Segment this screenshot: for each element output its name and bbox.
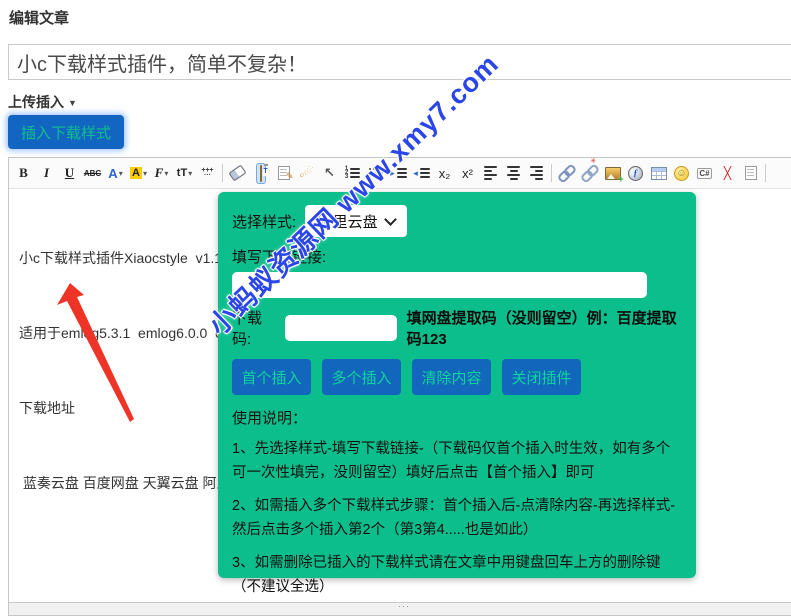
download-link-input[interactable] — [232, 272, 647, 298]
broom-icon: ☄ — [298, 163, 315, 182]
first-insert-button[interactable]: 首个插入 — [232, 359, 311, 395]
chevron-down-icon: ▾ — [164, 168, 169, 178]
download-code-label: 下载码: — [232, 310, 263, 348]
select-all-icon[interactable]: ↖ — [318, 161, 341, 185]
code-icon[interactable]: C# — [693, 161, 716, 185]
toolbar-separator — [551, 164, 552, 182]
toolbar-separator — [222, 164, 223, 182]
download-code-hint: 填网盘提取码（没则留空）例：百度提取码123 — [406, 310, 677, 348]
strikethrough-icon[interactable]: ABC — [81, 161, 104, 185]
align-left-icon[interactable] — [479, 161, 502, 185]
download-link-label: 填写下载链接: — [232, 249, 327, 266]
superscript-icon[interactable]: x² — [456, 161, 479, 185]
insert-download-style-button[interactable]: 插入下载样式 — [8, 115, 125, 149]
instruction-2: 2、如需插入多个下载样式步骤：首个插入后-点清除内容-再选择样式-然后点击多个插… — [232, 498, 676, 538]
chevron-down-icon: ▾ — [118, 168, 123, 178]
chevron-down-icon: ▾ — [188, 168, 193, 178]
table-icon[interactable] — [647, 161, 670, 185]
eraser-icon — [228, 164, 247, 182]
bold-icon[interactable]: B — [12, 161, 35, 185]
outdent-icon[interactable]: ◂ — [410, 161, 433, 185]
underline-icon[interactable]: U — [58, 161, 81, 185]
align-center-icon[interactable] — [502, 161, 525, 185]
ordered-list-icon[interactable]: 1 2 3 — [341, 161, 364, 185]
chevron-down-icon: ▼ — [68, 98, 77, 108]
format-brush-icon[interactable]: ☄ — [295, 161, 318, 185]
source-code-icon[interactable] — [739, 161, 762, 185]
highlight-color-icon[interactable]: A ▾ — [127, 161, 150, 185]
style-select-value: 阿里云盘 — [317, 213, 378, 231]
font-size-icon[interactable]: tT ▾ — [173, 161, 196, 185]
fullscreen-icon[interactable]: ╳ — [716, 161, 739, 185]
italic-icon[interactable]: I — [35, 161, 58, 185]
chevron-down-icon — [383, 212, 397, 226]
editor-toolbar: B I U ABC A▾ A▾ F▾ tT▾ +++··· ☄ ↖ 1 2 3 … — [9, 158, 791, 189]
toolbar-separator — [765, 164, 766, 182]
remove-format-icon[interactable] — [226, 161, 249, 185]
paste-plain-icon[interactable] — [249, 161, 272, 185]
link-icon[interactable] — [555, 161, 578, 185]
cursor-icon: ↖ — [324, 165, 335, 180]
download-code-input[interactable] — [284, 315, 397, 341]
clipboard-icon — [259, 164, 262, 182]
document-pencil-icon — [277, 166, 294, 182]
align-right-icon[interactable] — [525, 161, 548, 185]
document-icon — [744, 166, 757, 180]
indent-icon[interactable]: ▸ — [387, 161, 410, 185]
close-plugin-button[interactable]: 关闭插件 — [502, 359, 581, 395]
paste-word-icon[interactable] — [272, 161, 295, 185]
page-title: 编辑文章 — [9, 10, 70, 27]
style-select[interactable]: 阿里云盘 — [305, 205, 408, 237]
upload-insert-dropdown[interactable]: 上传插入 ▼ — [8, 92, 77, 112]
media-icon[interactable]: ƒ — [624, 161, 647, 185]
instruction-1: 1、先选择样式-填写下载链接-（下载码仅首个插入时生效，如有多个可一次性填完，没… — [232, 441, 671, 481]
unlink-icon[interactable]: ✳ — [578, 158, 601, 185]
download-style-plugin-panel: 选择样式: 阿里云盘 填写下载链接: 下载码: 填网盘提取码（没则留空）例：百度… — [218, 192, 696, 595]
chevron-down-icon: ▾ — [142, 168, 147, 178]
image-icon[interactable] — [601, 161, 624, 185]
editor-statusbar: ··· — [9, 602, 791, 615]
font-color-icon[interactable]: A ▾ — [104, 161, 127, 185]
multi-insert-button[interactable]: 多个插入 — [322, 359, 401, 395]
clear-content-button[interactable]: 清除内容 — [412, 359, 491, 395]
subscript-icon[interactable]: x₂ — [433, 161, 456, 185]
article-title-input[interactable] — [8, 44, 791, 80]
usage-title: 使用说明： — [232, 410, 308, 427]
font-family-icon[interactable]: F ▾ — [150, 161, 173, 185]
style-select-label: 选择样式: — [232, 213, 297, 231]
instruction-3: 3、如需删除已插入的下载样式请在文章中用键盘回车上方的删除键（不建议全选） — [232, 555, 661, 595]
upload-insert-label: 上传插入 — [8, 94, 64, 110]
emoticon-icon[interactable]: ☺ — [670, 161, 693, 185]
unordered-list-icon[interactable] — [364, 161, 387, 185]
resize-grip[interactable]: ··· — [398, 602, 410, 611]
line-height-icon[interactable]: +++ ··· — [196, 161, 219, 185]
